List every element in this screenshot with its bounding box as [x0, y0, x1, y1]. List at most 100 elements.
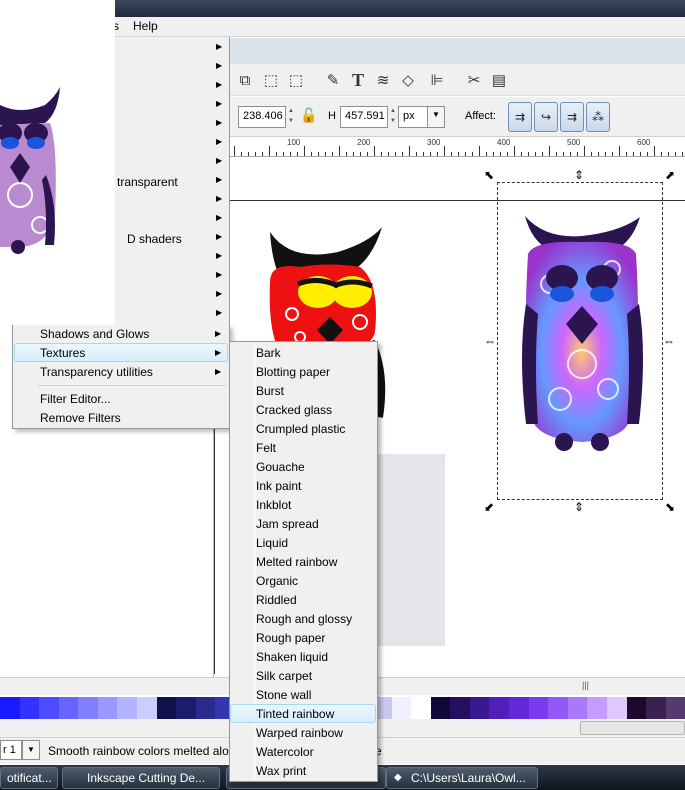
texture-item-riddled[interactable]: Riddled — [256, 593, 297, 607]
palette-swatch[interactable] — [528, 697, 549, 719]
h-spin-arrows[interactable]: ▲ ▼ — [388, 106, 398, 128]
rainbow-owl-drawing[interactable] — [520, 214, 645, 454]
palette-swatch[interactable] — [665, 697, 685, 719]
texture-item-inkblot[interactable]: Inkblot — [256, 498, 291, 512]
texture-item-bark[interactable]: Bark — [256, 346, 281, 360]
palette-swatch[interactable] — [195, 697, 216, 719]
filters-menu-item-filter-editor[interactable]: Filter Editor... — [40, 392, 111, 406]
palette-swatch[interactable] — [469, 697, 490, 719]
text-font-icon[interactable]: T — [347, 69, 369, 91]
ruler-tick — [591, 152, 592, 156]
palette-swatch[interactable] — [411, 697, 431, 719]
palette-swatch[interactable] — [78, 697, 98, 719]
layer-dropdown-arrow[interactable]: ▼ — [22, 740, 40, 760]
palette-swatch[interactable] — [606, 697, 627, 719]
texture-item-blotting-paper[interactable]: Blotting paper — [256, 365, 330, 379]
palette-swatch[interactable] — [391, 697, 412, 719]
texture-item-silk-carpet[interactable]: Silk carpet — [256, 669, 312, 683]
palette-swatch[interactable] — [509, 697, 529, 719]
scale-handle-top-left[interactable]: ⬉ — [484, 168, 494, 182]
texture-item-wax-print[interactable]: Wax print — [256, 764, 306, 778]
y-field[interactable]: 238.406 — [238, 106, 286, 128]
scale-handle-bottom-right[interactable]: ⬊ — [665, 500, 675, 514]
preferences-icon[interactable]: ✂ — [463, 69, 485, 91]
layers-icon[interactable]: ≋ — [372, 69, 394, 91]
lock-icon[interactable]: 🔓 — [300, 107, 317, 124]
y-spin-arrows[interactable]: ▲ ▼ — [286, 106, 296, 128]
scale-handle-left[interactable]: ⇔ — [484, 334, 496, 348]
texture-item-burst[interactable]: Burst — [256, 384, 284, 398]
filters-menu-item-remove-filters[interactable]: Remove Filters — [40, 411, 121, 425]
palette-swatch[interactable] — [176, 697, 196, 719]
texture-item-liquid[interactable]: Liquid — [256, 536, 288, 550]
filters-menu-item-shaders[interactable]: D shaders — [127, 232, 182, 246]
palette-swatch[interactable] — [0, 697, 20, 719]
affect-corners-button[interactable]: ↪ — [534, 102, 558, 132]
texture-item-watercolor[interactable]: Watercolor — [256, 745, 314, 759]
palette-swatch[interactable] — [39, 697, 59, 719]
filters-menu-item-textures[interactable]: Textures — [40, 346, 85, 360]
palette-swatch[interactable] — [626, 697, 647, 719]
menu-help[interactable]: Help — [133, 19, 158, 33]
filters-menu-item-shadows[interactable]: Shadows and Glows — [40, 327, 149, 341]
align-icon[interactable]: ⊫ — [426, 69, 448, 91]
ruler-tick — [297, 152, 298, 156]
texture-item-stone-wall[interactable]: Stone wall — [256, 688, 311, 702]
scale-handle-top-right[interactable]: ⬈ — [665, 168, 675, 182]
texture-item-ink-paint[interactable]: Ink paint — [256, 479, 301, 493]
texture-item-shaken-liquid[interactable]: Shaken liquid — [256, 650, 328, 664]
scale-handle-right[interactable]: ⇔ — [663, 334, 675, 348]
document-properties-icon[interactable]: ▤ — [488, 69, 510, 91]
taskbar-item-owl-folder[interactable]: C:\Users\Laura\Owl... — [386, 767, 538, 789]
gray-rectangle[interactable] — [370, 454, 445, 646]
palette-swatch[interactable] — [646, 697, 666, 719]
affect-stroke-width-button[interactable]: ⇉ — [508, 102, 532, 132]
texture-item-tinted-rainbow[interactable]: Tinted rainbow — [256, 707, 334, 721]
ruler-tick — [241, 152, 242, 156]
palette-swatch[interactable] — [548, 697, 568, 719]
xml-editor-icon[interactable]: ◇ — [397, 69, 419, 91]
palette-swatch[interactable] — [117, 697, 138, 719]
palette-swatch[interactable] — [137, 697, 157, 719]
palette-swatch[interactable] — [587, 697, 607, 719]
texture-item-gouache[interactable]: Gouache — [256, 460, 305, 474]
scale-handle-bottom-left[interactable]: ⬋ — [484, 500, 494, 514]
unit-select[interactable]: px — [398, 106, 428, 128]
copy-icon[interactable]: ⧉ — [234, 69, 256, 91]
zoom-selection-icon[interactable]: ⬚ — [260, 69, 282, 91]
palette-swatch[interactable] — [156, 697, 177, 719]
palette-swatch[interactable] — [489, 697, 510, 719]
texture-item-crumpled-plastic[interactable]: Crumpled plastic — [256, 422, 345, 436]
affect-gradients-button[interactable]: ⇉ — [560, 102, 584, 132]
texture-item-rough-and-glossy[interactable]: Rough and glossy — [256, 612, 352, 626]
texture-item-warped-rainbow[interactable]: Warped rainbow — [256, 726, 343, 740]
filters-menu-item-transparent[interactable]: transparent — [117, 175, 178, 189]
affect-patterns-button[interactable]: ⁂ — [586, 102, 610, 132]
texture-item-rough-paper[interactable]: Rough paper — [256, 631, 325, 645]
texture-item-felt[interactable]: Felt — [256, 441, 276, 455]
palette-swatch[interactable] — [19, 697, 40, 719]
texture-item-cracked-glass[interactable]: Cracked glass — [256, 403, 332, 417]
filters-menu-item-transparency[interactable]: Transparency utilities — [40, 365, 153, 379]
palette-scrollbar[interactable] — [580, 721, 685, 735]
scale-handle-bottom[interactable]: ⇕ — [574, 500, 584, 514]
select-toolbar: 238.406 ▲ ▼ 🔓 H 457.591 ▲ ▼ px ▼ Affect: ⇉… — [230, 97, 685, 137]
submenu-arrow-icon: ▶ — [215, 367, 222, 376]
texture-item-jam-spread[interactable]: Jam spread — [256, 517, 319, 531]
h-field[interactable]: 457.591 — [340, 106, 388, 128]
taskbar-item-notifications[interactable]: otificat... — [0, 767, 58, 789]
unit-dropdown-arrow[interactable]: ▼ — [427, 106, 445, 128]
texture-item-organic[interactable]: Organic — [256, 574, 298, 588]
scroll-grip-icon[interactable]: ||| — [582, 680, 589, 690]
fill-stroke-icon[interactable]: ✎ — [322, 69, 344, 91]
zoom-drawing-icon[interactable]: ⬚ — [285, 69, 307, 91]
palette-swatch[interactable] — [97, 697, 118, 719]
scale-handle-top[interactable]: ⇕ — [574, 168, 584, 182]
palette-swatch[interactable] — [430, 697, 451, 719]
taskbar-item-inkscape-cutting[interactable]: Inkscape Cutting De... — [62, 767, 220, 789]
palette-swatch[interactable] — [58, 697, 79, 719]
palette-swatch[interactable] — [450, 697, 470, 719]
texture-item-melted-rainbow[interactable]: Melted rainbow — [256, 555, 337, 569]
palette-swatch[interactable] — [567, 697, 588, 719]
layer-select[interactable]: r 1 — [0, 740, 22, 760]
